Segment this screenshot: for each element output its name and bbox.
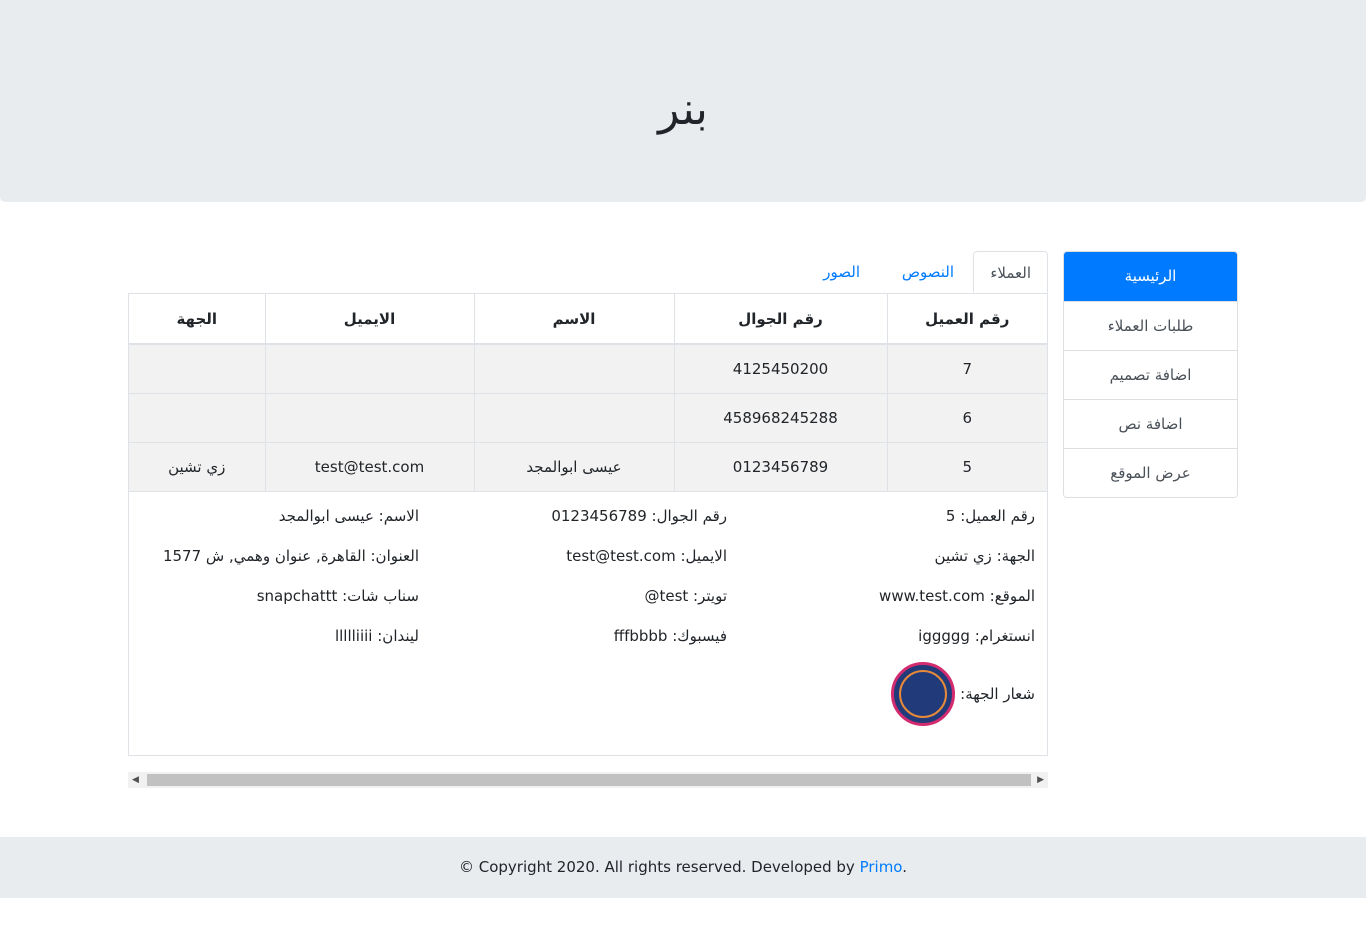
cell-name (473, 392, 675, 443)
sidebar-menu: الرئيسية طلبات العملاء اضافة تصميم اضافة… (1063, 251, 1238, 498)
table-row[interactable]: 7 4125450200 (129, 343, 1047, 394)
tab-images[interactable]: الصور (807, 251, 876, 293)
entity-logo-image (891, 662, 955, 726)
detail-name: الاسم: عيسى ابوالمجد (278, 507, 419, 525)
cell-name (473, 343, 675, 394)
detail-address: العنوان: القاهرة, عنوان وهمي, ش 1577 (162, 547, 419, 565)
cell-mobile: 4125450200 (673, 343, 888, 394)
tab-texts[interactable]: النصوص (886, 251, 970, 293)
cell-entity: زي تشين (129, 441, 266, 492)
cell-email (264, 343, 475, 394)
cell-customer-no: 5 (886, 441, 1047, 492)
detail-customer-no: رقم العميل: 5 (945, 507, 1035, 525)
header-mobile: رقم الجوال (673, 294, 888, 345)
header-email: الايميل (264, 294, 475, 345)
cell-entity (129, 392, 266, 443)
detail-website: الموقع: www.test.com (879, 587, 1035, 605)
sidebar-item-view-site[interactable]: عرض الموقع (1064, 448, 1237, 497)
footer: © Copyright 2020. All rights reserved. D… (0, 837, 1366, 898)
header-customer-no: رقم العميل (886, 294, 1047, 345)
table-row[interactable]: 6 458968245288 (129, 392, 1047, 443)
cell-mobile: 458968245288 (673, 392, 888, 443)
scroll-left-icon[interactable]: ◀ (132, 775, 139, 785)
sidebar-item-home[interactable]: الرئيسية (1064, 252, 1237, 301)
detail-instagram: انستغرام: iggggg (918, 627, 1035, 645)
sidebar-item-customer-requests[interactable]: طلبات العملاء (1064, 301, 1237, 350)
customers-panel: رقم العميل رقم الجوال الاسم الايميل الجه… (128, 293, 1048, 756)
cell-email (264, 392, 475, 443)
header-entity: الجهة (129, 294, 266, 345)
banner: بنر (0, 0, 1366, 202)
sidebar-item-add-text[interactable]: اضافة نص (1064, 399, 1237, 448)
detail-mobile: رقم الجوال: 0123456789 (551, 507, 727, 525)
scrollbar-thumb[interactable] (147, 774, 1031, 786)
cell-mobile: 0123456789 (673, 441, 888, 492)
detail-facebook: فيسبوك: fffbbbb (613, 627, 727, 645)
table-header-row: رقم العميل رقم الجوال الاسم الايميل الجه… (129, 294, 1047, 345)
scroll-right-icon[interactable]: ▶ (1037, 775, 1044, 785)
logo-ring (899, 670, 947, 718)
horizontal-scrollbar[interactable]: ◀ ▶ (128, 772, 1048, 788)
customer-details: رقم العميل: 5 رقم الجوال: 0123456789 الا… (129, 492, 1047, 756)
header-name: الاسم (473, 294, 675, 345)
detail-linkedin: ليندان: llllliiii (334, 627, 419, 645)
detail-entity: الجهة: زي تشين (934, 547, 1035, 565)
footer-developer-link[interactable]: Primo (860, 858, 903, 876)
customers-table: رقم العميل رقم الجوال الاسم الايميل الجه… (129, 294, 1047, 492)
tab-customers[interactable]: العملاء (973, 251, 1048, 293)
detail-logo-label: شعار الجهة: (960, 685, 1035, 703)
cell-entity (129, 343, 266, 394)
detail-email: الايميل: test@test.com (566, 547, 727, 565)
sidebar-item-add-design[interactable]: اضافة تصميم (1064, 350, 1237, 399)
cell-email: test@test.com (264, 441, 475, 492)
cell-customer-no: 7 (886, 343, 1047, 394)
cell-customer-no: 6 (886, 392, 1047, 443)
footer-text-end: . (902, 858, 908, 876)
detail-snapchat: سناب شات: snapchattt (256, 587, 419, 605)
footer-text: © Copyright 2020. All rights reserved. D… (458, 858, 860, 876)
table-row[interactable]: 5 0123456789 عيسى ابوالمجد test@test.com… (129, 441, 1047, 492)
detail-twitter: تويتر: test@ (644, 587, 727, 605)
banner-title: بنر (658, 84, 708, 135)
cell-name: عيسى ابوالمجد (473, 441, 675, 492)
tab-bar: العملاء النصوص الصور (128, 251, 1048, 293)
